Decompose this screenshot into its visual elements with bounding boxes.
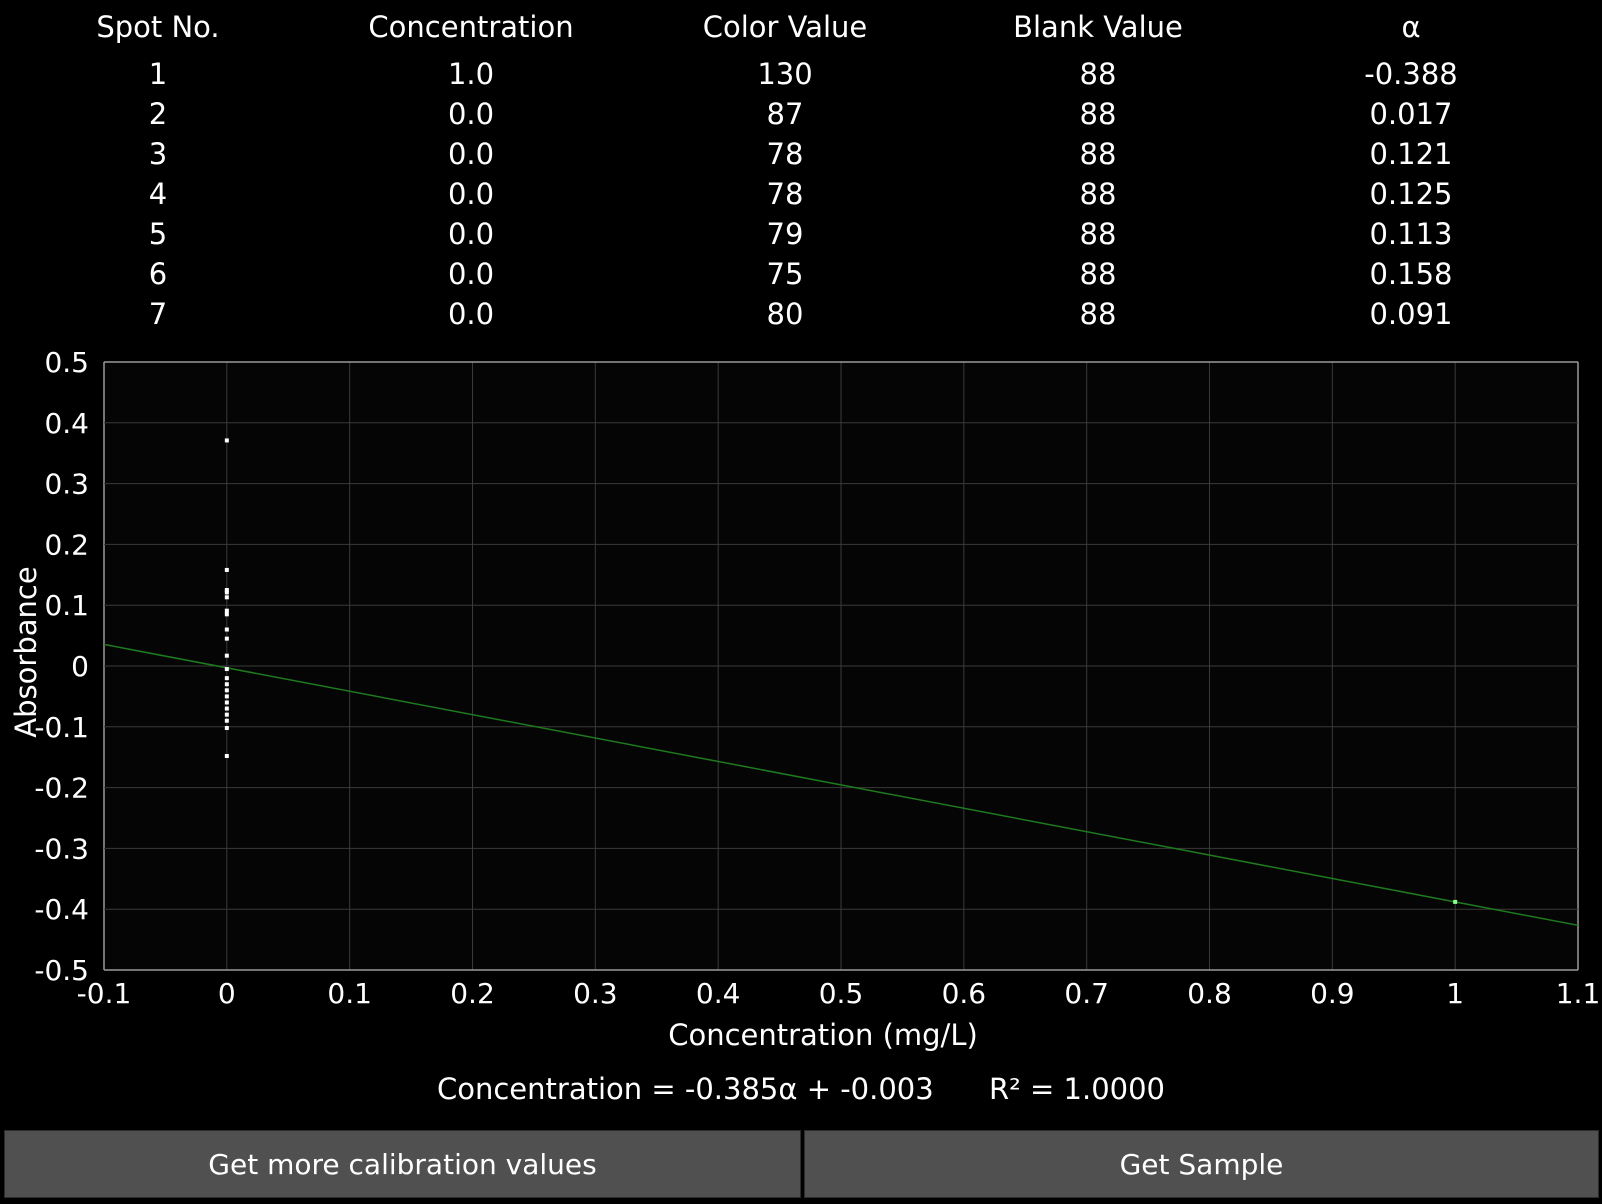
y-tick-label: 0.2 [44, 528, 89, 561]
y-tick-label: 0 [71, 650, 89, 683]
data-point [224, 595, 229, 600]
data-point [224, 688, 229, 693]
data-point [224, 653, 229, 658]
x-tick-label: 0.7 [1064, 977, 1109, 1010]
data-point [224, 612, 229, 617]
data-point [224, 712, 229, 717]
x-tick-label: 0.9 [1310, 977, 1355, 1010]
button-bar: Get more calibration values Get Sample [0, 1130, 1602, 1200]
x-tick-label: 0.2 [450, 977, 495, 1010]
x-tick-label: 1.1 [1556, 977, 1601, 1010]
y-tick-label: -0.5 [34, 954, 89, 987]
data-point [224, 636, 229, 641]
x-tick-labels: -0.1 0 0.1 0.2 0.3 0.4 0.5 0.6 0.7 0.8 0.9 1 1.1 [77, 977, 1601, 1010]
x-tick-label: 0.3 [573, 977, 618, 1010]
y-tick-label: -0.4 [34, 893, 89, 926]
regression-equation: Concentration = -0.385α + -0.003 R² = 1.… [0, 1072, 1602, 1106]
get-more-calibration-button[interactable]: Get more calibration values [4, 1130, 801, 1198]
equation-formula: Concentration = -0.385α + -0.003 [436, 1072, 934, 1106]
y-tick-label: 0.3 [44, 468, 89, 501]
r-squared-value: R² = 1.0000 [989, 1072, 1165, 1106]
data-point [224, 706, 229, 711]
data-point [224, 608, 229, 613]
data-point [224, 627, 229, 632]
x-axis-label: Concentration (mg/L) [668, 1018, 978, 1052]
x-tick-label: 0.4 [696, 977, 741, 1010]
x-tick-label: 0.8 [1187, 977, 1232, 1010]
x-tick-label: 0 [218, 977, 236, 1010]
y-axis-label: Absorbance [9, 566, 43, 737]
data-point [224, 676, 229, 681]
data-point [224, 726, 229, 731]
x-tick-label: 1 [1446, 977, 1464, 1010]
data-point [224, 694, 229, 699]
x-tick-label: 0.5 [819, 977, 864, 1010]
data-point [224, 667, 229, 672]
data-point [224, 718, 229, 723]
calibration-chart: -0.1 0 0.1 0.2 0.3 0.4 0.5 0.6 0.7 0.8 0.9 1 1.1 0.5… [9, 346, 1601, 1052]
app-window: Spot No. Concentration Color Value Blank… [0, 0, 1602, 1204]
data-point [224, 590, 229, 595]
data-point [224, 682, 229, 687]
x-tick-label: 0.6 [942, 977, 987, 1010]
y-tick-label: 0.5 [44, 346, 89, 379]
data-point [224, 700, 229, 705]
y-tick-label: -0.3 [34, 832, 89, 865]
data-point [224, 567, 229, 572]
data-point [224, 438, 229, 443]
data-point [224, 753, 229, 758]
y-tick-label: 0.4 [44, 407, 89, 440]
data-point [1453, 899, 1458, 904]
x-tick-label: 0.1 [327, 977, 372, 1010]
get-sample-button[interactable]: Get Sample [804, 1130, 1599, 1198]
y-tick-label: 0.1 [44, 589, 89, 622]
y-tick-label: -0.2 [34, 772, 89, 805]
bottom-strip [0, 1199, 1602, 1204]
